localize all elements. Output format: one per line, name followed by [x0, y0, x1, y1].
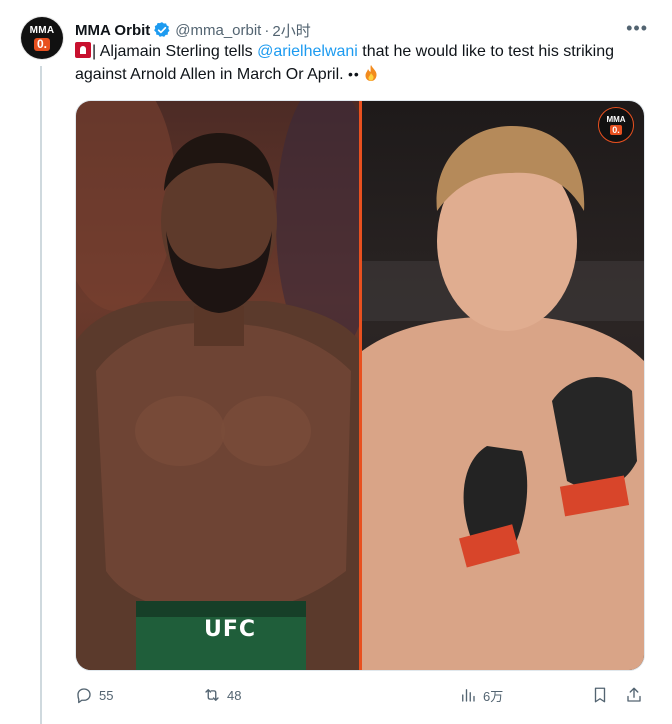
ufc-logo-text: UFC	[204, 617, 257, 642]
views-count: 6万	[483, 688, 504, 704]
more-options-button[interactable]: •••	[622, 19, 652, 41]
reply-icon	[77, 688, 91, 704]
repost-button[interactable]: 48	[203, 686, 241, 704]
views-button[interactable]: 6万	[459, 686, 503, 705]
fighter-photo-left: UFC	[76, 101, 359, 670]
author-name[interactable]: MMA Orbit	[75, 22, 150, 39]
watermark-text-bottom: 0.	[610, 124, 622, 135]
fighter-left-figure	[76, 101, 359, 670]
tweet-media-image[interactable]: UFC MMA 0.	[75, 100, 645, 671]
reply-button[interactable]: 55	[75, 686, 113, 704]
watermark-text-top: MMA	[606, 114, 626, 124]
avatar-text-top: MMA	[29, 24, 55, 36]
fighter-photo-right: MMA 0.	[362, 101, 644, 670]
reply-count: 55	[99, 687, 114, 703]
tweet-header: MMA Orbit @mma_orbit · 2小时 •••	[75, 18, 652, 42]
repost-icon	[205, 689, 219, 701]
verified-icon	[154, 22, 170, 37]
separator-dot: ·	[264, 21, 270, 39]
fighter-right-figure	[362, 126, 644, 670]
mention-link[interactable]: @arielhelwani	[257, 43, 358, 60]
eyes-emoji: ••	[348, 66, 360, 82]
tweet-actions: 55 48 6万	[75, 680, 643, 710]
fire-icon	[365, 65, 377, 81]
thread-line	[40, 66, 42, 724]
tweet-text-pre: | Aljamain Sterling tells	[92, 43, 258, 60]
timestamp[interactable]: 2小时	[272, 20, 310, 41]
bookmark-icon	[594, 687, 606, 703]
tweet-text: | Aljamain Sterling tells @arielhelwani …	[75, 41, 635, 86]
repost-count: 48	[227, 687, 242, 703]
avatar-text-bottom: 0.	[34, 37, 50, 51]
siren-icon	[75, 42, 91, 58]
share-icon	[627, 687, 641, 702]
author-handle[interactable]: @mma_orbit	[175, 22, 261, 39]
bookmark-button[interactable]	[591, 686, 609, 704]
watermark-logo: MMA 0.	[598, 107, 634, 143]
avatar[interactable]: MMA 0.	[21, 17, 63, 59]
views-icon	[462, 689, 475, 702]
share-button[interactable]	[625, 686, 643, 704]
